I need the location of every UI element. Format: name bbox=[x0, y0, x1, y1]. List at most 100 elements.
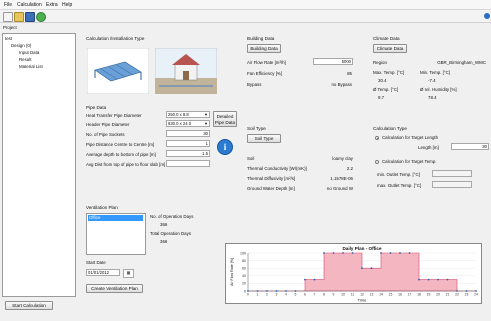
heat-transfer-label: Heat Transfer Pipe Diameter bbox=[86, 113, 142, 118]
tree-input-data[interactable]: Input Data bbox=[19, 50, 39, 55]
data-point bbox=[399, 252, 401, 254]
data-point bbox=[304, 278, 306, 281]
detailed-pipe-data-button[interactable]: Detailed Pipe Data bbox=[213, 111, 237, 127]
building-pipe-image[interactable] bbox=[155, 48, 217, 94]
info-icon[interactable]: i bbox=[217, 139, 233, 155]
x-tick-label: 6 bbox=[304, 293, 306, 297]
sockets-label: No. of Pipe Sockets bbox=[86, 132, 125, 137]
soil-title: Soil Type bbox=[247, 126, 266, 131]
start-date-label: Start Date bbox=[86, 260, 106, 265]
calendar-icon[interactable]: ▦ bbox=[123, 269, 134, 278]
ground-water-label: Ground Water Depth [m] bbox=[247, 186, 295, 191]
data-point bbox=[380, 252, 382, 254]
target-temp-radio[interactable] bbox=[375, 160, 379, 164]
header-pipe-combo[interactable]: 630.0 x 24.0 ▼ bbox=[166, 120, 210, 127]
avg-dist-label: Avg Dist from top of pipe to floor slab … bbox=[86, 162, 166, 167]
x-tick-label: 19 bbox=[427, 293, 431, 297]
building-data-button[interactable]: Building Data bbox=[247, 44, 281, 53]
data-point bbox=[313, 278, 316, 281]
daily-plan-chart: 0 20 40 60 80 100 0 1 2 3 4 5 6 7 8 9 10 11 12 13 14 15 16 17 18… bbox=[225, 243, 482, 304]
start-calculation-button[interactable]: Start Calculation bbox=[5, 301, 53, 310]
save-icon[interactable] bbox=[25, 12, 35, 22]
y-axis-label: Air Flow Rate [%] bbox=[230, 258, 234, 286]
open-folder-icon[interactable] bbox=[14, 12, 24, 22]
globe-icon[interactable] bbox=[36, 12, 46, 22]
list-item[interactable]: Office bbox=[88, 215, 143, 221]
x-tick-label: 14 bbox=[379, 293, 383, 297]
sockets-input[interactable]: 30 bbox=[166, 130, 210, 137]
new-file-icon[interactable] bbox=[3, 12, 13, 22]
distance-label: Pipe Distance Centre to Centre [m] bbox=[86, 142, 155, 147]
ventilation-title: Ventilation Plan bbox=[86, 205, 118, 210]
fan-efficiency-value: 85 bbox=[347, 71, 352, 76]
horizontal-pipe-image[interactable] bbox=[87, 48, 149, 94]
y-tick-label: 60 bbox=[242, 267, 246, 271]
tree-root[interactable]: test bbox=[5, 36, 12, 41]
data-point bbox=[332, 252, 335, 254]
data-point bbox=[361, 267, 363, 270]
distance-input[interactable]: 1 bbox=[166, 140, 210, 147]
header-pipe-value: 630.0 x 24.0 bbox=[168, 121, 192, 126]
y-tick-label: 80 bbox=[242, 259, 246, 263]
min-outlet-input[interactable] bbox=[432, 170, 472, 177]
x-tick-label: 10 bbox=[341, 293, 345, 297]
data-point bbox=[323, 252, 325, 254]
diffusivity-label: Thermal Diffusivity [m²/s] bbox=[247, 176, 296, 181]
ventilation-listbox[interactable]: Office bbox=[86, 213, 146, 255]
avg-temp-value: 9.7 bbox=[378, 95, 385, 100]
target-length-radio[interactable] bbox=[375, 136, 379, 140]
op-days-value: 366 bbox=[160, 222, 168, 227]
menu-help[interactable]: Help bbox=[62, 2, 72, 8]
max-temp-value: 30.4 bbox=[378, 78, 387, 83]
soil-type-button[interactable]: Soil Type bbox=[247, 134, 281, 143]
x-tick-label: 21 bbox=[446, 293, 450, 297]
data-point bbox=[437, 278, 439, 281]
tree-result[interactable]: Result bbox=[19, 57, 31, 62]
menu-extra[interactable]: Extra bbox=[46, 2, 58, 8]
header-pipe-label: Header Pipe Diameter bbox=[86, 122, 130, 127]
pipe-data-title: Pipe Data bbox=[86, 105, 107, 110]
x-tick-label: 5 bbox=[295, 293, 297, 297]
max-outlet-label: max. Outlet Temp. [°C] bbox=[377, 183, 422, 188]
length-input[interactable]: 30 bbox=[451, 143, 489, 150]
tree-material-list[interactable]: Material List bbox=[19, 64, 43, 69]
data-point bbox=[418, 278, 420, 281]
x-tick-label: 11 bbox=[351, 293, 355, 297]
x-tick-label: 23 bbox=[465, 293, 469, 297]
project-tree: test Design (0) Input Data Result Materi… bbox=[2, 33, 76, 297]
building-title: Building Data bbox=[247, 36, 275, 41]
x-axis-label: Time bbox=[358, 298, 368, 303]
x-tick-label: 9 bbox=[333, 293, 335, 297]
x-tick-label: 4 bbox=[285, 293, 287, 297]
soil-label: Soil bbox=[247, 156, 255, 161]
menu-bar: File Calculation Extra Help bbox=[0, 0, 491, 10]
data-point bbox=[351, 252, 354, 254]
tree-design[interactable]: Design (0) bbox=[11, 43, 31, 48]
chevron-down-icon: ▼ bbox=[204, 121, 208, 126]
x-tick-label: 24 bbox=[474, 293, 478, 297]
bypass-value: no Bypass bbox=[331, 82, 352, 87]
depth-input[interactable]: 1.5 bbox=[166, 150, 210, 157]
max-outlet-input[interactable] bbox=[432, 181, 472, 188]
x-tick-label: 22 bbox=[455, 293, 459, 297]
target-temp-label: Calculation for Target Temp. bbox=[382, 159, 437, 164]
climate-data-button[interactable]: Climate Data bbox=[373, 44, 407, 53]
x-tick-label: 20 bbox=[436, 293, 440, 297]
create-ventilation-plan-button[interactable]: Create Ventilation Plan bbox=[86, 284, 143, 293]
menu-calculation[interactable]: Calculation bbox=[17, 2, 42, 8]
min-temp-value: -7.4 bbox=[428, 78, 436, 83]
soil-value: loamy clay bbox=[332, 156, 353, 161]
menu-file[interactable]: File bbox=[4, 2, 12, 8]
fan-efficiency-label: Fan Efficiency [%] bbox=[247, 71, 283, 76]
x-tick-label: 15 bbox=[389, 293, 393, 297]
y-tick-label: 100 bbox=[240, 251, 246, 255]
help-icon[interactable] bbox=[484, 13, 490, 19]
avg-dist-input[interactable] bbox=[166, 160, 210, 167]
calc-type-title: Calculation Type bbox=[373, 126, 407, 131]
ground-water-value: no Ground W bbox=[326, 186, 353, 191]
air-flow-input[interactable]: 5000 bbox=[313, 58, 353, 65]
start-date-input[interactable]: 01/01/2012 bbox=[86, 269, 120, 276]
humidity-value: 78.4 bbox=[428, 95, 437, 100]
heat-transfer-combo[interactable]: 250.0 x 8.8 ▼ bbox=[166, 111, 210, 118]
chart-title: Daily Plan - Office bbox=[342, 246, 382, 251]
